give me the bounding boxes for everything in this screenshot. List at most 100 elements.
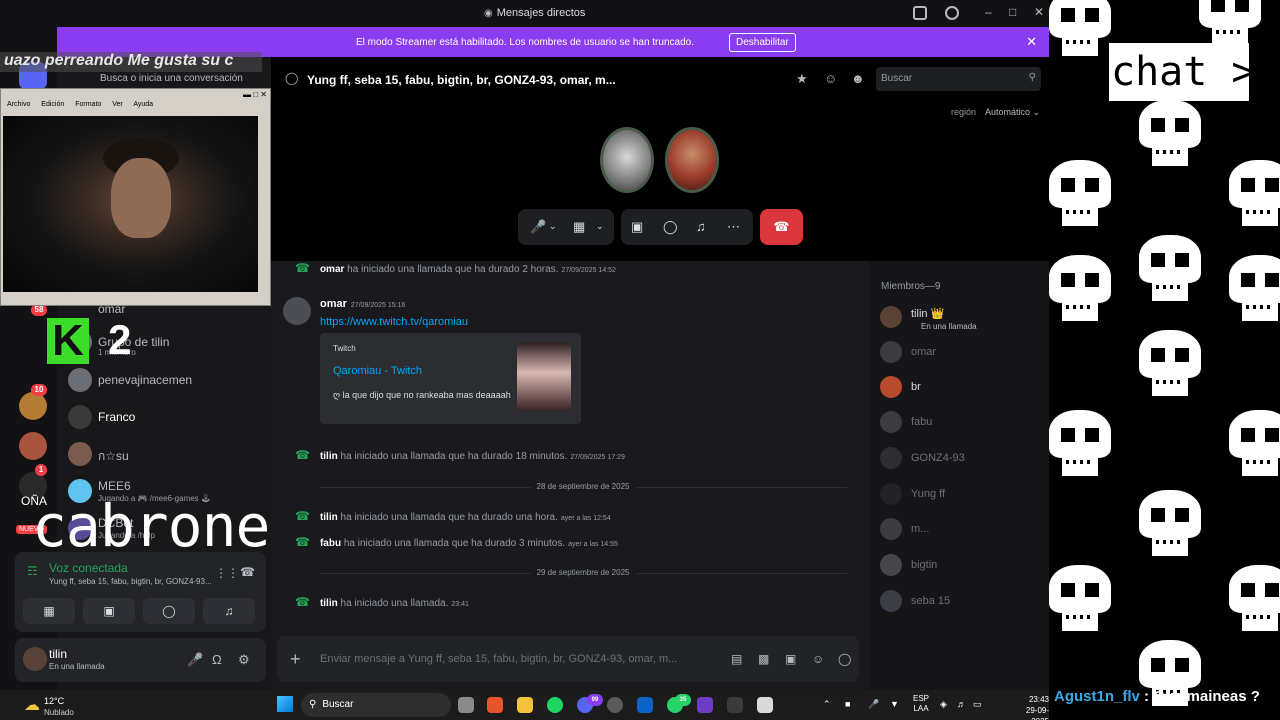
dm-item[interactable]: Grupo de tilin 1 miembro (66, 328, 266, 358)
activity-icon[interactable]: ◯ (838, 652, 851, 666)
menu-item: Edición (41, 101, 65, 108)
member-name: br (911, 381, 921, 393)
server-icon[interactable] (19, 432, 47, 460)
add-member-icon[interactable]: ☺ (824, 71, 837, 86)
maximize-button[interactable]: □ (1009, 5, 1016, 19)
microphone-icon[interactable]: 🎤 (868, 699, 879, 710)
header-search-input[interactable]: Buscar ⚲ (876, 67, 1041, 91)
message-author[interactable]: tilin (320, 598, 338, 609)
avatar (880, 376, 902, 398)
members-list-icon[interactable]: ☻ (851, 71, 865, 86)
wifi-icon[interactable]: ◈ (940, 699, 947, 710)
avatar[interactable] (283, 297, 311, 325)
chevron-up-icon[interactable]: ⌃ (823, 699, 831, 710)
timestamp: ayer a las 14:55 (568, 541, 618, 548)
message-author[interactable]: omar (320, 298, 347, 310)
skull-icon (1229, 565, 1280, 635)
camera-off-button[interactable]: ▦ (23, 598, 75, 624)
avatar (68, 405, 92, 429)
windows-start-icon[interactable] (277, 696, 293, 712)
dm-search-input[interactable]: Busca o inicia una conversación (100, 73, 243, 84)
obs-icon[interactable] (607, 697, 623, 713)
notepad-icon[interactable] (757, 697, 773, 713)
close-banner-icon[interactable]: ✕ (1026, 34, 1037, 50)
member-item[interactable]: br (880, 374, 1040, 402)
message-author[interactable]: fabu (320, 538, 341, 549)
avatar[interactable] (23, 647, 47, 671)
member-item[interactable]: bigtin (880, 552, 1040, 580)
message-author[interactable]: tilin (320, 451, 338, 462)
camera-off-icon[interactable]: ▦ (573, 219, 585, 235)
dm-item[interactable]: penevajinacemen (66, 366, 266, 396)
soundboard-button[interactable]: ♫ (203, 598, 255, 624)
tray-icon[interactable]: ■ (845, 699, 850, 709)
spotify-icon[interactable] (547, 697, 563, 713)
member-item[interactable]: fabu (880, 409, 1040, 437)
emoji-icon[interactable]: ☺ (812, 652, 824, 666)
server-icon[interactable] (19, 392, 47, 420)
inbox-icon[interactable] (913, 6, 927, 20)
gif-icon[interactable]: ▩ (758, 652, 769, 666)
headphones-icon[interactable]: Ω (212, 652, 222, 667)
member-item[interactable]: GONZ4-93 (880, 445, 1040, 473)
help-icon[interactable] (945, 6, 959, 20)
participant-avatar[interactable] (665, 127, 719, 193)
message-link[interactable]: https://www.twitch.tv/qaromiau (320, 316, 468, 328)
app-icon[interactable] (697, 697, 713, 713)
streamer-face (111, 158, 171, 238)
language-indicator[interactable]: ESP LAA (913, 694, 929, 714)
share-screen-button[interactable]: ▣ (83, 598, 135, 624)
embed-thumbnail[interactable] (517, 342, 571, 410)
system-clock[interactable]: 23:43 29-09-2025 (1012, 694, 1049, 720)
minimize-button[interactable]: – (985, 5, 992, 19)
chevron-down-icon[interactable]: ⌄ (596, 221, 604, 232)
tray-icon[interactable]: ▼ (890, 699, 899, 709)
disable-streamer-button[interactable]: Deshabilitar (729, 33, 796, 52)
microphone-icon[interactable]: 🎤 (187, 652, 203, 668)
message-input[interactable]: + Enviar mensaje a Yung ff, seba 15, fab… (277, 636, 859, 682)
hangup-button[interactable]: ☎ (760, 209, 803, 245)
participant-avatar[interactable] (600, 127, 654, 193)
volume-icon[interactable]: ♬ (957, 699, 966, 709)
file-explorer-icon[interactable] (517, 697, 533, 713)
message-author[interactable]: tilin (320, 512, 338, 523)
system-message: ☎ omar ha iniciado una llamada que ha dur… (295, 261, 616, 275)
dm-item[interactable]: Franco (66, 403, 266, 433)
member-item[interactable]: m... (880, 516, 1040, 544)
close-window-button[interactable]: ✕ (1034, 5, 1044, 19)
region-selector[interactable]: región Automático ⌄ (951, 107, 1040, 118)
app-icon[interactable] (727, 697, 743, 713)
overlay-big-text: cabrones (32, 492, 304, 560)
taskbar-search[interactable]: ⚲ Buscar (301, 693, 451, 717)
signal-icon[interactable]: ☶ (27, 564, 38, 578)
member-item[interactable]: tilin 👑 En una llamada (880, 304, 1040, 332)
weather-temp[interactable]: 12°C (44, 696, 64, 706)
gift-icon[interactable]: ▤ (731, 652, 742, 666)
settings-icon[interactable]: ⚙ (238, 652, 250, 668)
battery-icon[interactable]: ▭ (973, 699, 982, 710)
voice-channel[interactable]: Yung ff, seba 15, fabu, bigtin, br, GONZ… (49, 577, 212, 586)
brave-browser-icon[interactable] (487, 697, 503, 713)
activity-button[interactable]: ◯ (143, 598, 195, 624)
waveform-icon[interactable]: ⋮⋮ (215, 566, 239, 580)
activity-icon[interactable]: ◯ (663, 219, 678, 235)
pin-icon[interactable]: ★ (796, 71, 808, 87)
task-view-icon[interactable] (458, 697, 474, 713)
attach-plus-icon[interactable]: + (290, 649, 301, 670)
outlook-icon[interactable] (637, 697, 653, 713)
microphone-icon[interactable]: 🎤 (530, 219, 546, 235)
dm-item[interactable]: ก☆su (66, 440, 266, 470)
member-item[interactable]: omar (880, 339, 1040, 367)
member-item[interactable]: seba 15 (880, 588, 1040, 616)
more-icon[interactable]: ⋯ (727, 219, 740, 235)
message-author[interactable]: omar (320, 264, 344, 275)
embed-provider: Twitch (333, 344, 356, 353)
chevron-down-icon[interactable]: ⌄ (549, 221, 557, 232)
weather-icon[interactable]: ☁ (24, 695, 40, 715)
embed-title[interactable]: Qaromiau - Twitch (333, 365, 422, 377)
member-item[interactable]: Yung ff (880, 481, 1040, 509)
share-screen-icon[interactable]: ▣ (631, 219, 643, 235)
phone-hangup-icon[interactable]: ☎ (240, 565, 255, 579)
soundboard-icon[interactable]: ♫ (696, 219, 706, 234)
sticker-icon[interactable]: ▣ (785, 652, 796, 666)
